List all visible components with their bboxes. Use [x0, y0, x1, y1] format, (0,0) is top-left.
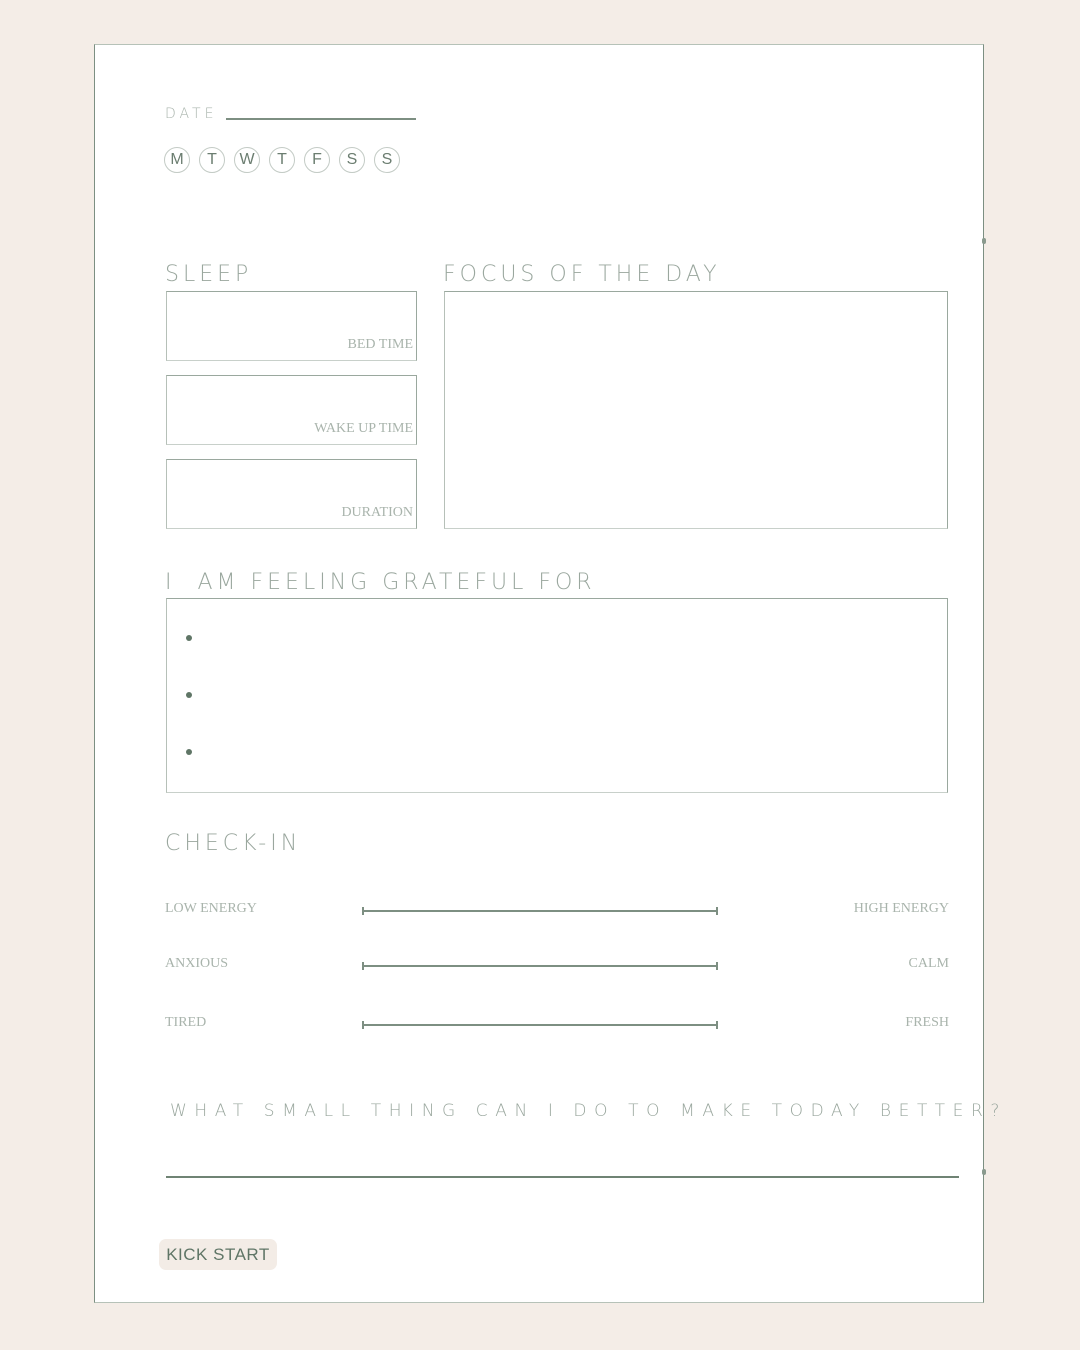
- wake-up-time-label: WAKE UP TIME: [314, 421, 413, 436]
- sleep-heading: SLEEP: [165, 262, 253, 287]
- weekday-saturday[interactable]: S: [339, 147, 365, 173]
- gratitude-bullet-3: [186, 749, 192, 755]
- kick-start-tag: KICK START: [159, 1239, 277, 1270]
- energy-low-label: LOW ENERGY: [165, 901, 257, 916]
- gratitude-field[interactable]: [166, 598, 948, 793]
- energy-scale: LOW ENERGY HIGH ENERGY: [165, 901, 949, 921]
- calm-slider[interactable]: [362, 962, 718, 970]
- weekday-sunday[interactable]: S: [374, 147, 400, 173]
- weekday-wednesday[interactable]: W: [234, 147, 260, 173]
- date-input-line[interactable]: [226, 118, 416, 120]
- question-answer-line[interactable]: [166, 1176, 959, 1178]
- gratitude-heading: I AM FEELING GRATEFUL FOR: [165, 570, 596, 595]
- checkin-heading: CHECK-IN: [165, 831, 302, 856]
- weekday-tuesday[interactable]: T: [199, 147, 225, 173]
- energy-slider[interactable]: [362, 907, 718, 915]
- edge-marker: [982, 238, 986, 244]
- energy-high-label: HIGH ENERGY: [853, 901, 949, 916]
- duration-field[interactable]: DURATION: [166, 459, 417, 529]
- calm-scale: ANXIOUS CALM: [165, 956, 949, 976]
- duration-label: DURATION: [341, 505, 413, 520]
- tired-label: TIRED: [165, 1015, 207, 1030]
- weekday-friday[interactable]: F: [304, 147, 330, 173]
- calm-label: CALM: [908, 956, 949, 971]
- focus-heading: FOCUS OF THE DAY: [443, 262, 721, 287]
- gratitude-bullet-1: [186, 635, 192, 641]
- date-label: DATE: [165, 106, 218, 122]
- freshness-slider[interactable]: [362, 1021, 718, 1029]
- weekday-monday[interactable]: M: [164, 147, 190, 173]
- focus-field[interactable]: [444, 291, 948, 529]
- edge-marker: [982, 1169, 986, 1175]
- weekday-thursday[interactable]: T: [269, 147, 295, 173]
- bed-time-field[interactable]: BED TIME: [166, 291, 417, 361]
- question-heading: WHAT SMALL THING CAN I DO TO MAKE TODAY …: [170, 1101, 1008, 1121]
- anxious-label: ANXIOUS: [165, 956, 228, 971]
- fresh-label: FRESH: [905, 1015, 949, 1030]
- weekday-selector: M T W T F S S: [164, 147, 400, 173]
- bed-time-label: BED TIME: [347, 337, 413, 352]
- freshness-scale: TIRED FRESH: [165, 1015, 949, 1035]
- wake-up-time-field[interactable]: WAKE UP TIME: [166, 375, 417, 445]
- gratitude-bullet-2: [186, 692, 192, 698]
